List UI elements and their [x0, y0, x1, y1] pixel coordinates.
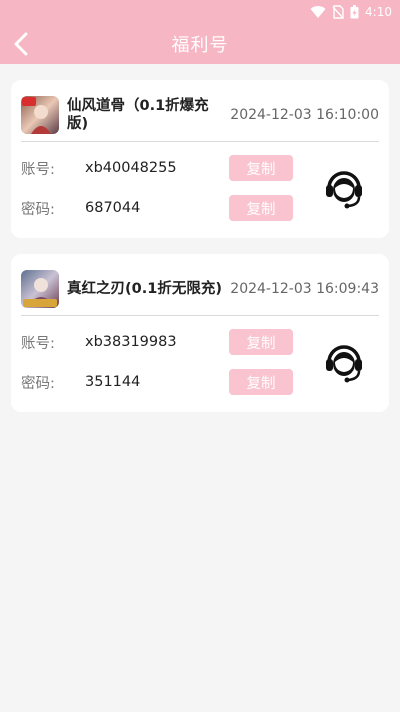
- wifi-icon: [310, 6, 326, 19]
- app-bar: 福利号: [0, 24, 400, 64]
- card-body: 账号: xb38319983 复制 密码: 351144 复制: [21, 316, 379, 402]
- game-icon: [21, 269, 59, 308]
- password-label: 密码:: [21, 201, 55, 218]
- page-title: 福利号: [171, 35, 229, 56]
- account-label: 账号:: [21, 161, 55, 178]
- copy-password-button[interactable]: 复制: [229, 369, 293, 395]
- account-row: 账号: xb40048255 复制: [21, 148, 309, 188]
- chevron-left-icon: [14, 32, 28, 56]
- card-header: 真红之刃(0.1折无限充) 2024-12-03 16:09:43: [21, 262, 379, 316]
- no-sim-icon: [332, 5, 344, 19]
- account-label: 账号:: [21, 335, 55, 352]
- game-name: 仙风道骨（0.1折爆充版): [67, 97, 209, 132]
- customer-service-headset-icon: [326, 345, 362, 383]
- game-name: 真红之刃(0.1折无限充): [67, 280, 222, 297]
- password-row: 密码: 351144 复制: [21, 362, 309, 402]
- account-card: 真红之刃(0.1折无限充) 2024-12-03 16:09:43 账号: xb…: [11, 254, 389, 412]
- password-value: 687044: [85, 200, 141, 216]
- account-value: xb38319983: [85, 334, 177, 350]
- account-row: 账号: xb38319983 复制: [21, 322, 309, 362]
- timestamp: 2024-12-03 16:09:43: [230, 280, 379, 297]
- back-button[interactable]: [14, 24, 54, 64]
- password-row: 密码: 687044 复制: [21, 188, 309, 228]
- battery-icon: [350, 5, 359, 19]
- account-list: 仙风道骨（0.1折爆充版) 2024-12-03 16:10:00 账号: xb…: [0, 64, 400, 444]
- copy-password-button[interactable]: 复制: [229, 195, 293, 221]
- password-value: 351144: [85, 374, 141, 390]
- status-time: 4:10: [365, 5, 392, 19]
- copy-account-button[interactable]: 复制: [229, 155, 293, 181]
- account-card: 仙风道骨（0.1折爆充版) 2024-12-03 16:10:00 账号: xb…: [11, 80, 389, 238]
- card-header: 仙风道骨（0.1折爆充版) 2024-12-03 16:10:00: [21, 88, 379, 142]
- password-label: 密码:: [21, 375, 55, 392]
- customer-service-headset-icon: [326, 171, 362, 209]
- card-body: 账号: xb40048255 复制 密码: 687044 复制: [21, 142, 379, 228]
- status-bar: 4:10: [0, 0, 400, 24]
- customer-service-button[interactable]: [309, 166, 379, 210]
- account-value: xb40048255: [85, 160, 177, 176]
- copy-account-button[interactable]: 复制: [229, 329, 293, 355]
- timestamp: 2024-12-03 16:10:00: [230, 106, 379, 123]
- customer-service-button[interactable]: [309, 340, 379, 384]
- game-icon: [21, 95, 59, 134]
